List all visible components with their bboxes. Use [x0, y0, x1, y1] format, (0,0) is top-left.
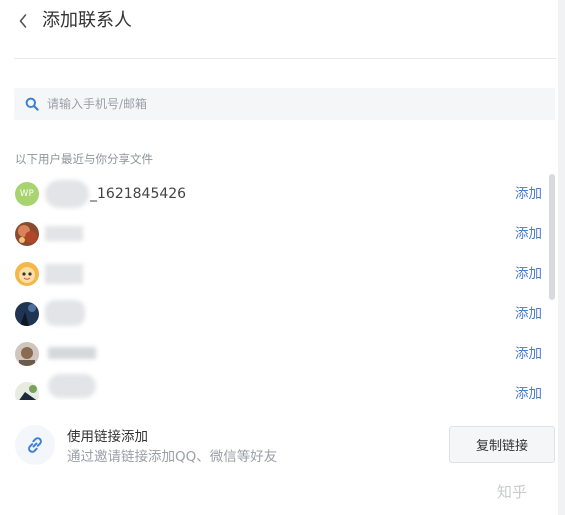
search-icon — [24, 96, 40, 112]
avatar — [15, 342, 39, 366]
blurred-name — [45, 226, 83, 241]
blurred-name — [45, 180, 89, 208]
list-item: 添加 — [0, 254, 556, 294]
avatar: WP — [15, 182, 39, 206]
shared-user-list[interactable]: WP _1621845426 添加 添加 添加 添加 添加 添加 — [0, 174, 556, 400]
search-input[interactable] — [47, 97, 527, 111]
invite-title: 使用链接添加 — [67, 429, 148, 445]
add-button[interactable]: 添加 — [515, 385, 542, 400]
list-item: WP _1621845426 添加 — [0, 174, 556, 214]
list-item: 添加 — [0, 214, 556, 254]
header-divider — [14, 58, 556, 59]
blurred-name — [45, 300, 85, 326]
blurred-name — [48, 347, 96, 359]
header: 添加联系人 — [0, 0, 556, 58]
add-button[interactable]: 添加 — [515, 305, 542, 323]
copy-link-button[interactable]: 复制链接 — [449, 426, 555, 463]
user-name: _1621845426 — [90, 186, 187, 202]
list-item: 添加 — [0, 294, 556, 334]
add-button[interactable]: 添加 — [515, 225, 542, 243]
search-box[interactable] — [14, 88, 555, 120]
list-item: 添加 — [0, 334, 556, 374]
add-button[interactable]: 添加 — [515, 185, 542, 203]
blurred-name — [45, 264, 83, 284]
avatar — [15, 262, 39, 286]
watermark: 知乎 — [497, 483, 528, 501]
page-title: 添加联系人 — [42, 10, 132, 31]
chevron-left-icon — [19, 14, 27, 28]
link-icon — [28, 437, 42, 453]
list-item: 添加 — [0, 374, 556, 400]
invite-link-icon — [15, 425, 55, 465]
section-label: 以下用户最近与你分享文件 — [15, 152, 153, 166]
avatar — [15, 222, 39, 246]
invite-subtitle: 通过邀请链接添加QQ、微信等好友 — [67, 449, 278, 465]
add-button[interactable]: 添加 — [515, 265, 542, 283]
avatar — [15, 302, 39, 326]
blurred-name — [48, 374, 96, 398]
list-scrollbar[interactable] — [549, 174, 555, 300]
avatar — [15, 382, 39, 400]
window-edge — [558, 0, 565, 515]
add-button[interactable]: 添加 — [515, 345, 542, 363]
back-button[interactable] — [12, 8, 34, 34]
